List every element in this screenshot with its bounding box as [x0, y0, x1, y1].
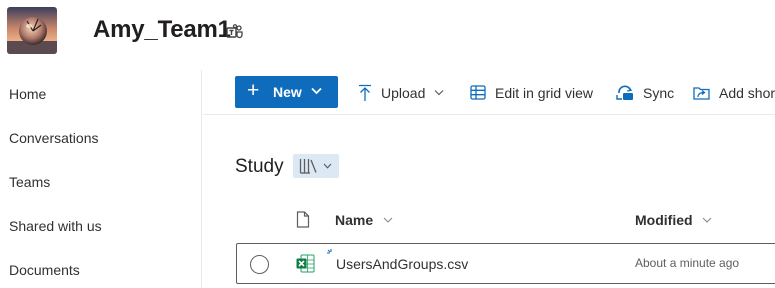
- chevron-down-icon: [383, 217, 393, 223]
- chevron-down-icon: [434, 90, 444, 96]
- left-navigation: Home Conversations Teams Shared with us …: [0, 70, 202, 288]
- chevron-down-icon: [311, 87, 322, 95]
- new-button-label: New: [273, 84, 302, 100]
- row-select-checkbox[interactable]: [250, 255, 269, 274]
- table-row[interactable]: UsersAndGroups.csv About a minute ago: [236, 243, 775, 284]
- excel-file-icon: [296, 254, 315, 273]
- site-logo[interactable]: [7, 7, 57, 54]
- name-column-label: Name: [335, 212, 374, 228]
- document-icon: [296, 211, 310, 228]
- plus-icon: +: [247, 79, 260, 102]
- chevron-down-icon: [702, 217, 712, 223]
- modified-column-header[interactable]: Modified: [635, 212, 712, 228]
- upload-icon: [359, 84, 371, 101]
- sync-button[interactable]: Sync: [616, 70, 674, 115]
- new-item-indicator-icon: [327, 249, 332, 254]
- nav-item-shared-with-us[interactable]: Shared with us: [9, 218, 102, 234]
- nav-item-home[interactable]: Home: [9, 86, 46, 102]
- modified-value: About a minute ago: [635, 256, 740, 270]
- microsoft-teams-icon[interactable]: [226, 24, 244, 40]
- grid-view-icon: [470, 85, 486, 100]
- nav-item-documents[interactable]: Documents: [9, 262, 80, 278]
- chevron-down-icon: [323, 163, 332, 169]
- sync-icon: [616, 85, 633, 100]
- upload-label: Upload: [381, 84, 426, 101]
- add-shortcut-icon: [693, 87, 710, 100]
- site-title[interactable]: Amy_Team1: [93, 16, 231, 44]
- command-bar: + New Upload Edit in grid view Sync Add …: [203, 70, 775, 115]
- name-column-header[interactable]: Name: [335, 212, 393, 228]
- modified-column-label: Modified: [635, 212, 693, 228]
- library-view-icon: [299, 159, 317, 174]
- view-options-button[interactable]: [293, 154, 339, 178]
- new-button[interactable]: + New: [235, 76, 338, 108]
- file-name-link[interactable]: UsersAndGroups.csv: [336, 256, 468, 272]
- library-title: Study: [235, 156, 284, 177]
- sync-label: Sync: [643, 84, 675, 101]
- add-shortcut-button[interactable]: Add shor: [693, 70, 775, 115]
- nav-item-conversations[interactable]: Conversations: [9, 130, 99, 146]
- nav-item-teams[interactable]: Teams: [9, 174, 50, 190]
- file-type-column-header[interactable]: [296, 211, 310, 233]
- edit-in-grid-view-button[interactable]: Edit in grid view: [470, 70, 593, 115]
- add-shortcut-label: Add shor: [719, 84, 775, 101]
- upload-button[interactable]: Upload: [358, 70, 444, 115]
- edit-in-grid-view-label: Edit in grid view: [495, 84, 594, 101]
